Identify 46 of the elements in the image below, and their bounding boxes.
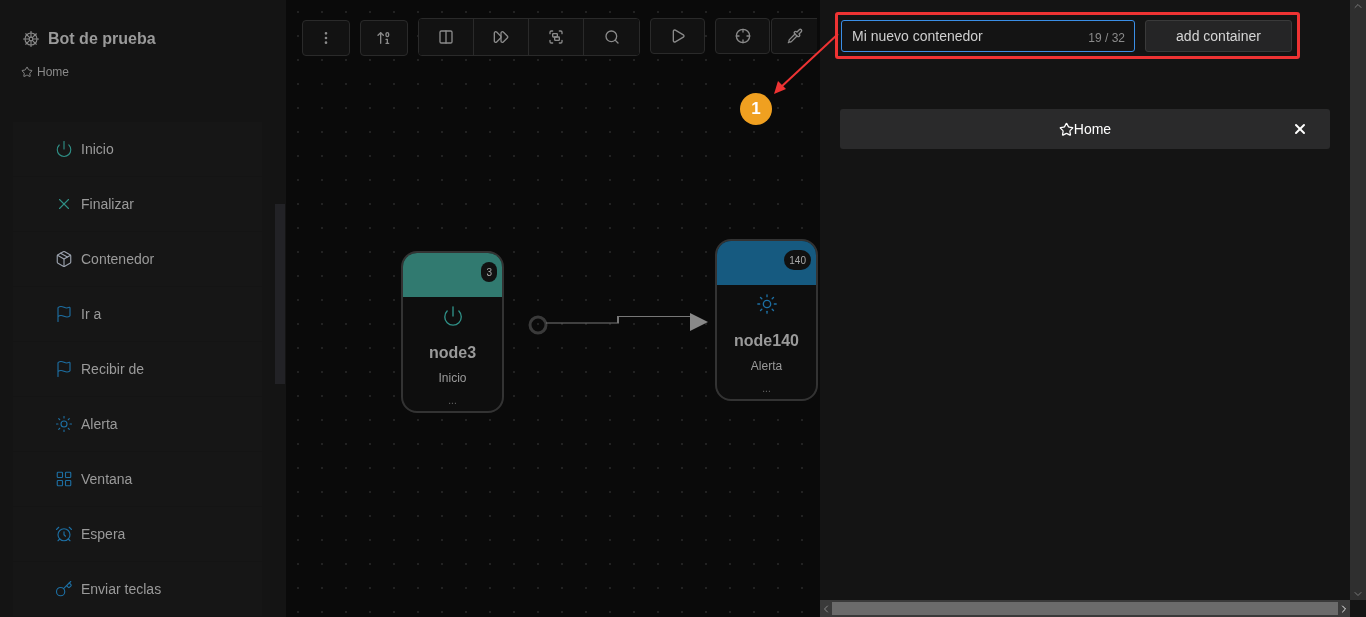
search-button[interactable] [584, 19, 639, 55]
container-label: Home [1073, 119, 1112, 139]
flow-node[interactable]: 3 node3 Inicio ... [401, 251, 504, 413]
fast-forward-button[interactable] [474, 19, 529, 55]
node-more: ... [762, 382, 771, 396]
crosshair-button[interactable] [715, 18, 770, 54]
sun-icon [55, 415, 73, 433]
node-title: node140 [734, 331, 799, 351]
pipette-icon [786, 28, 803, 44]
project-title: Bot de prueba [48, 29, 156, 49]
node-title: node3 [428, 343, 477, 363]
annotation-arrow [772, 33, 840, 95]
node-subtitle: Inicio [438, 370, 467, 387]
flag-icon [55, 360, 73, 378]
char-counter: 19 / 32 [1088, 30, 1125, 47]
group-icon [548, 29, 564, 45]
node-badge: 140 [784, 250, 811, 270]
box-icon [55, 250, 73, 268]
layout-button[interactable] [419, 19, 474, 55]
play-button[interactable] [650, 18, 705, 54]
node-badge: 3 [481, 262, 497, 282]
sort-button[interactable] [360, 20, 408, 56]
columns-icon [438, 29, 454, 45]
star-icon [1058, 121, 1074, 137]
power-icon [441, 305, 464, 327]
ship-wheel-icon [22, 30, 40, 48]
power-icon [55, 140, 73, 158]
flag-icon [55, 305, 73, 323]
node-subtitle: Alerta [750, 358, 783, 375]
search-icon [603, 29, 620, 45]
crosshair-icon [734, 28, 751, 44]
container-tab[interactable]: Home [840, 109, 1330, 149]
add-container-button[interactable]: add container [1145, 20, 1292, 52]
grid-icon [55, 470, 73, 488]
breadcrumb[interactable]: Home [37, 63, 69, 81]
alarm-clock-icon [55, 525, 73, 543]
sort-icon [376, 30, 392, 46]
sun-icon [755, 293, 778, 315]
fast-forward-icon [493, 29, 509, 45]
star-icon [21, 66, 33, 78]
flow-node[interactable]: 140 node140 Alerta ... [715, 239, 818, 401]
pipette-button[interactable] [771, 18, 817, 54]
close-icon[interactable] [1292, 121, 1308, 137]
key-icon [55, 580, 73, 598]
group-button[interactable] [529, 19, 584, 55]
node-more: ... [448, 394, 457, 408]
